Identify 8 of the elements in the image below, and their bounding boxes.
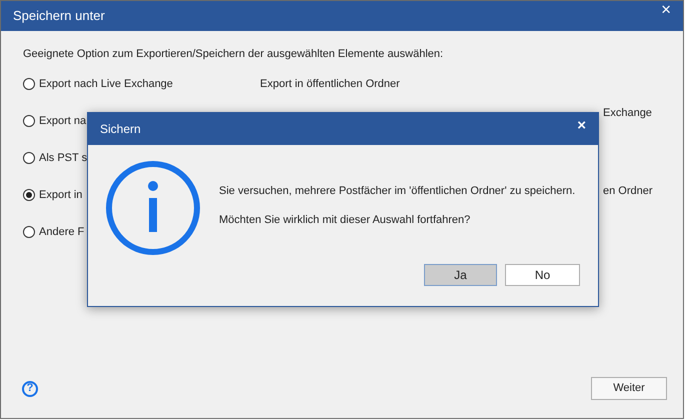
description-title: Export in öffentlichen Ordner	[260, 76, 401, 92]
description-text: Exchange	[603, 106, 652, 121]
modal-title: Sichern	[100, 121, 141, 138]
window-title: Speichern unter	[13, 7, 105, 26]
description-text: en Ordner	[603, 184, 653, 198]
message-text: Möchten Sie wirklich mit dieser Auswahl fortfahren?	[219, 212, 472, 228]
instruction-text: Geeignete Option zum Exportieren/Speichern der ausgewählten Elemente auswählen:	[23, 47, 444, 62]
message-text: Sie versuchen, mehrere Postfächer im 'öffentlichen Ordner' zu speichern.	[219, 184, 576, 199]
